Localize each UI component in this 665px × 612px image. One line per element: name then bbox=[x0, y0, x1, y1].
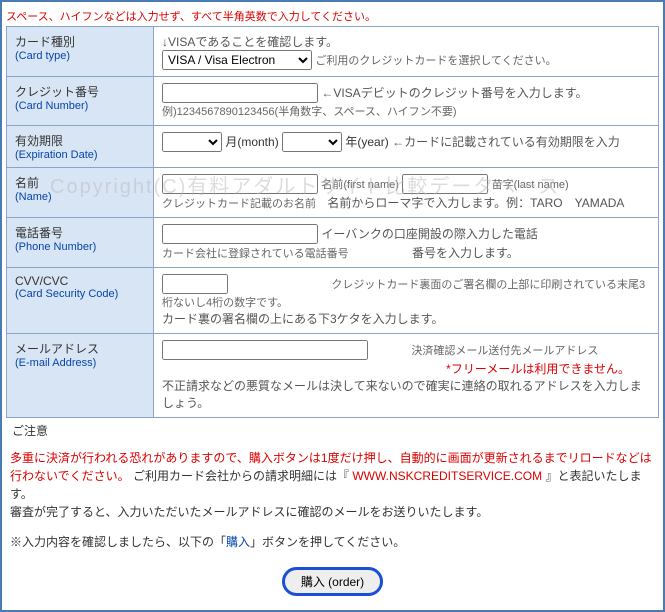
label-en: (E-mail Address) bbox=[15, 357, 145, 369]
label-cvv: CVV/CVC (Card Security Code) bbox=[7, 268, 154, 334]
anno-phone1: イーバンクの口座開設の際入力した電話 bbox=[321, 227, 537, 241]
notice-line3: 審査が完了すると、入力いただいたメールアドレスに確認のメールをお送りいたします。 bbox=[10, 503, 655, 521]
cell-phone: イーバンクの口座開設の際入力した電話 カード会社に登録されている電話番号 番号を… bbox=[154, 218, 659, 268]
label-exp: 有効期限 (Expiration Date) bbox=[7, 126, 154, 168]
notice-url: WWW.NSKCREDITSERVICE.COM bbox=[352, 469, 542, 483]
label-phone: 電話番号 (Phone Number) bbox=[7, 218, 154, 268]
card-type-hint: ご利用のクレジットカードを選択してください。 bbox=[315, 55, 556, 67]
anno-name: 名前からローマ字で入力します。例：TARO YAMADA bbox=[327, 196, 624, 210]
top-warning: スペース、ハイフンなどは入力せず、すべて半角英数で入力してください。 bbox=[6, 6, 659, 26]
hint-cvv-right: クレジットカード裏面のご署名欄の上部に印刷されている末尾3桁ないし4桁の数字です… bbox=[162, 279, 645, 309]
exp-month-label: 月(month) bbox=[225, 135, 278, 149]
anno-cvv: カード裏の署名欄の上にある下3ケタを入力します。 bbox=[162, 310, 650, 327]
label-jp: 電話番号 bbox=[15, 224, 145, 241]
notice-block: 多重に決済が行われる恐れがありますので、購入ボタンは1度だけ押し、自動的に画面が… bbox=[6, 443, 659, 527]
anno-email: 不正請求などの悪質なメールは決して来ないので確実に連絡の取れるアドレスを入力しま… bbox=[162, 377, 650, 411]
label-en: (Card Number) bbox=[15, 100, 145, 112]
label-jp: カード種別 bbox=[15, 33, 145, 50]
hint-email-right: 決済確認メール送付先メールアドレス bbox=[411, 345, 598, 357]
email-input[interactable] bbox=[162, 340, 368, 360]
label-en: (Expiration Date) bbox=[15, 149, 145, 161]
cell-card-type: ↓VISAであることを確認します。 VISA / Visa Electron ご… bbox=[154, 27, 659, 77]
anno-phone2: 番号を入力します。 bbox=[412, 246, 519, 260]
anno-card-number: ←VISAデビットのクレジット番号を入力します。 bbox=[321, 86, 587, 100]
label-jp: 名前 bbox=[15, 174, 145, 191]
cell-cvv: クレジットカード裏面のご署名欄の上部に印刷されている末尾3桁ないし4桁の数字です… bbox=[154, 268, 659, 334]
label-card-number: クレジット番号 (Card Number) bbox=[7, 77, 154, 126]
phone-input[interactable] bbox=[162, 224, 318, 244]
exp-year-label: 年(year) bbox=[345, 135, 388, 149]
hint-phone: カード会社に登録されている電話番号 bbox=[162, 248, 349, 260]
notice-line2a: ご利用カード会社からの請求明細には『 bbox=[133, 469, 352, 483]
confirm-b: 」ボタンを押してください。 bbox=[250, 535, 405, 549]
label-card-type: カード種別 (Card type) bbox=[7, 27, 154, 77]
first-name-input[interactable] bbox=[162, 174, 318, 194]
label-en: (Name) bbox=[15, 191, 145, 203]
form-table: カード種別 (Card type) ↓VISAであることを確認します。 VISA… bbox=[6, 26, 659, 418]
card-number-input[interactable] bbox=[162, 83, 318, 103]
hint-card-number: 例)1234567890123456(半角数字、スペース、ハイフン不要) bbox=[162, 103, 650, 119]
order-button[interactable]: 購入 (order) bbox=[282, 567, 383, 596]
email-warn: *フリーメールは利用できません。 bbox=[162, 360, 650, 377]
last-name-input[interactable] bbox=[402, 174, 488, 194]
label-en: (Phone Number) bbox=[15, 241, 145, 253]
cell-email: 決済確認メール送付先メールアドレス *フリーメールは利用できません。 不正請求な… bbox=[154, 334, 659, 418]
label-jp: メールアドレス bbox=[15, 340, 145, 357]
anno-visa-check: ↓VISAであることを確認します。 bbox=[162, 33, 650, 50]
cell-exp: 月(month) 年(year) ←カードに記載されている有効期限を入力 bbox=[154, 126, 659, 168]
cell-name: 名前(first name) 苗字(last name) クレジットカード記載の… bbox=[154, 168, 659, 218]
exp-year-select[interactable] bbox=[282, 132, 342, 152]
anno-exp: ←カードに記載されている有効期限を入力 bbox=[392, 135, 620, 149]
confirm-line: ※入力内容を確認しましたら、以下の「購入」ボタンを押してください。 bbox=[6, 527, 659, 557]
card-type-select[interactable]: VISA / Visa Electron bbox=[162, 50, 312, 70]
label-email: メールアドレス (E-mail Address) bbox=[7, 334, 154, 418]
label-name: 名前 (Name) bbox=[7, 168, 154, 218]
cell-card-number: ←VISAデビットのクレジット番号を入力します。 例)1234567890123… bbox=[154, 77, 659, 126]
confirm-link: 購入 bbox=[226, 535, 250, 549]
label-en: (Card type) bbox=[15, 50, 145, 62]
label-en: (Card Security Code) bbox=[15, 288, 145, 300]
hint-name: クレジットカード記載のお名前 bbox=[162, 198, 316, 210]
label-jp: 有効期限 bbox=[15, 132, 145, 149]
label-jp: クレジット番号 bbox=[15, 83, 145, 100]
cvv-input[interactable] bbox=[162, 274, 228, 294]
exp-month-select[interactable] bbox=[162, 132, 222, 152]
first-name-label: 名前(first name) bbox=[321, 179, 399, 191]
last-name-label: 苗字(last name) bbox=[492, 179, 569, 191]
notice-label: ご注意 bbox=[6, 418, 659, 443]
label-jp: CVV/CVC bbox=[15, 274, 145, 288]
confirm-a: ※入力内容を確認しましたら、以下の「 bbox=[10, 535, 226, 549]
